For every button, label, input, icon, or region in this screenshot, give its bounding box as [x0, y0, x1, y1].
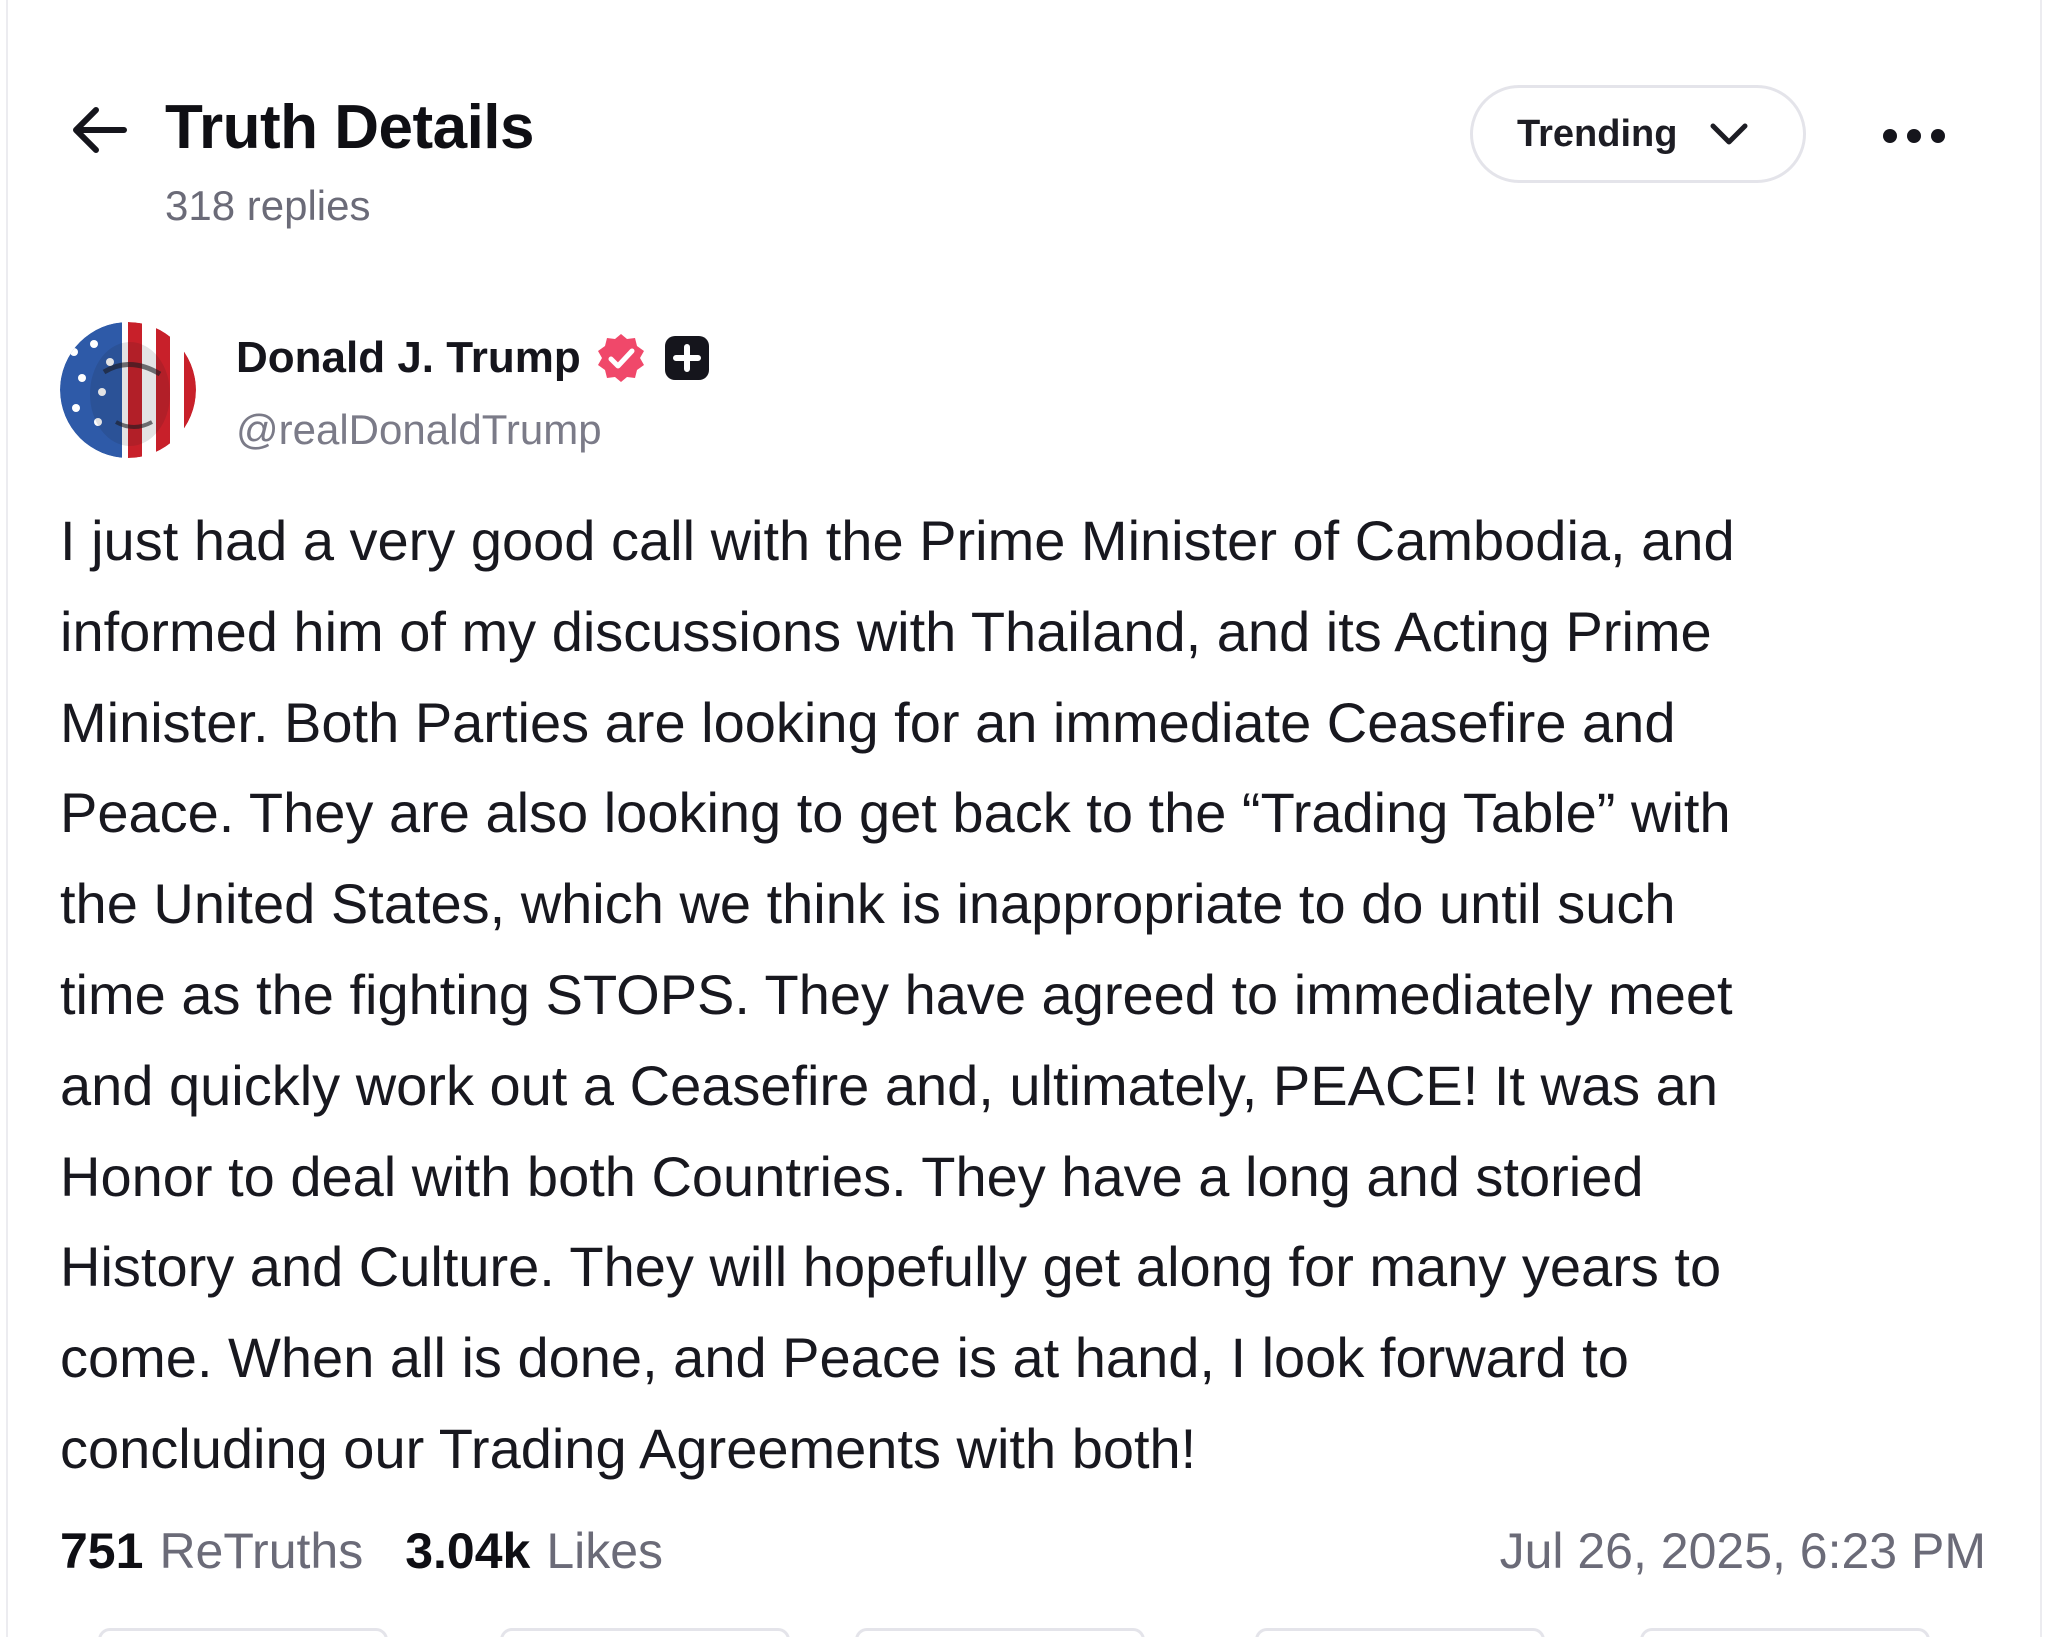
more-horizontal-icon — [1883, 129, 1945, 143]
arrow-left-icon — [73, 107, 127, 153]
post-line: come. When all is done, and Peace is at … — [60, 1326, 1629, 1390]
author-name[interactable]: Donald J. Trump — [236, 333, 581, 383]
right-border — [2040, 0, 2042, 1637]
post-line: I just had a very good call with the Pri… — [60, 509, 1735, 572]
post-line: History and Culture. They will hopefully… — [60, 1235, 1722, 1299]
verified-badge-icon — [595, 332, 647, 384]
retruths-label: ReTruths — [159, 1523, 364, 1579]
plus-badge-icon — [663, 334, 711, 382]
action-button-edge[interactable] — [855, 1628, 1145, 1637]
action-button-edge[interactable] — [1640, 1628, 1930, 1637]
post-line: Minister. Both Parties are looking for a… — [60, 690, 1676, 754]
page-title: Truth Details — [165, 93, 535, 162]
post-line: Honor to deal with both Countries. They … — [60, 1144, 1644, 1208]
left-border — [6, 0, 8, 1637]
avatar[interactable] — [60, 322, 196, 458]
likes-label: Likes — [546, 1523, 664, 1579]
post-line: and quickly work out a Ceasefire and, ul… — [60, 1053, 1718, 1117]
reply-count: 318 replies — [165, 182, 371, 229]
likes-stat[interactable]: 3.04k Likes — [405, 1522, 663, 1580]
post-line: Peace. They are also looking to get back… — [60, 781, 1731, 845]
post-stats: 751 ReTruths 3.04k Likes — [60, 1518, 663, 1584]
retruths-count: 751 — [60, 1523, 144, 1579]
post-line: informed him of my discussions with Thai… — [60, 599, 1712, 663]
author-handle[interactable]: @realDonaldTrump — [236, 406, 602, 454]
truth-details-page: Truth Details 318 replies Trending Donal… — [0, 0, 2048, 1637]
action-button-edge[interactable] — [1255, 1628, 1545, 1637]
action-button-edge[interactable] — [500, 1628, 790, 1637]
more-options-button[interactable] — [1872, 108, 1956, 164]
back-button[interactable] — [62, 98, 134, 162]
sort-dropdown[interactable]: Trending — [1470, 85, 1806, 183]
author-name-row: Donald J. Trump — [236, 330, 711, 386]
action-button-edge[interactable] — [98, 1628, 388, 1637]
sort-selected-label: Trending — [1517, 112, 1678, 155]
likes-count: 3.04k — [405, 1523, 531, 1579]
chevron-down-icon — [1709, 121, 1749, 147]
retruths-stat[interactable]: 751 ReTruths — [60, 1522, 363, 1580]
post-line: time as the fighting STOPS. They have ag… — [60, 962, 1733, 1026]
post-body: I just had a very good call with the Pri… — [60, 496, 1990, 1495]
post-timestamp: Jul 26, 2025, 6:23 PM — [1499, 1523, 1986, 1579]
post-line: concluding our Trading Agreements with b… — [60, 1416, 1197, 1480]
post-line: the United States, which we think is ina… — [60, 872, 1676, 936]
